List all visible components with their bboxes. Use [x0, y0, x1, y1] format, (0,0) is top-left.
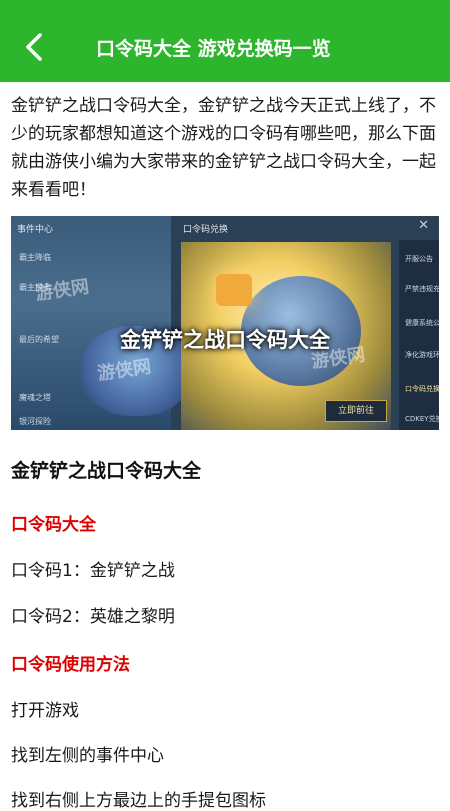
image-overlay-title: 金铲铲之战口令码大全 [120, 328, 330, 352]
usage-step: 找到右侧上方最边上的手提包图标 [11, 791, 266, 811]
close-icon: ✕ [418, 218, 429, 233]
event-center-title: 事件中心 [17, 225, 54, 235]
back-button[interactable] [18, 30, 52, 64]
usage-step: 打开游戏 [11, 701, 79, 721]
event-menu-item: 霸主降临 [19, 253, 51, 262]
code-item: 口令码1：金铲铲之战 [11, 561, 175, 581]
event-menu-item: 魔魂之塔 [19, 393, 51, 402]
subsection-heading-usage: 口令码使用方法 [11, 655, 130, 675]
announcement-item: 开服公告 [405, 255, 433, 263]
usage-step: 找到左侧的事件中心 [11, 746, 164, 766]
announcement-item: CDKEY兑换 [405, 415, 439, 423]
event-menu-item: 银河探险 [19, 417, 51, 426]
subsection-heading-codes: 口令码大全 [11, 515, 96, 535]
article-hero-image: 事件中心 霸主降临 霸主提示 最后的希望 魔魂之塔 银河探险 口令码兑换 ✕ 开… [11, 216, 439, 430]
code-item: 口令码2：英雄之黎明 [11, 607, 175, 627]
announcement-item: 口令码兑换 [405, 385, 439, 393]
chevron-left-icon [26, 33, 42, 61]
treasure-chest-icon [216, 274, 252, 306]
page-title: 口令码大全 游戏兑换码一览 [96, 38, 331, 60]
popup-title: 口令码兑换 [183, 225, 229, 235]
top-app-bar: 口令码大全 游戏兑换码一览 [0, 0, 450, 82]
intro-paragraph: 金铲铲之战口令码大全，金铲铲之战今天正式上线了，不少的玩家都想知道这个游戏的口令… [11, 96, 436, 200]
announcement-item: 严禁违规充值 [405, 285, 439, 293]
go-now-button-artwork: 立即前往 [325, 400, 387, 422]
section-heading: 金铲铲之战口令码大全 [11, 460, 202, 482]
